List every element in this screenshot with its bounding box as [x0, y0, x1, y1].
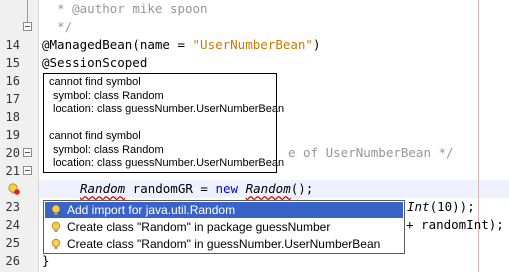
code-line: }	[42, 252, 50, 270]
ctor-end: ();	[290, 181, 314, 196]
error-tooltip: cannot find symbol symbol: class Random …	[43, 73, 285, 173]
code-line: Int(10));	[407, 198, 475, 216]
error-title: cannot find symbol	[49, 130, 141, 142]
hint-add-import[interactable]: Add import for java.util.Random	[45, 202, 403, 218]
code-line: e of UserNumberBean */	[288, 144, 454, 162]
error-ctor-random: Random	[245, 181, 291, 196]
line-number: 21	[5, 164, 20, 178]
fold-guide-line	[27, 0, 28, 22]
code-line-error: Random randomGR = new Random();	[80, 180, 313, 198]
method-tail: Int	[407, 199, 430, 214]
line-number: 16	[5, 74, 20, 88]
code-line: */	[42, 18, 72, 36]
error-symbol: symbol: class Random	[53, 143, 164, 156]
annotation: @ManagedBean	[42, 37, 133, 52]
fold-collapse-icon[interactable]	[23, 22, 32, 31]
line-number: 15	[5, 56, 20, 70]
line-number: 14	[5, 38, 20, 52]
fold-collapse-icon[interactable]	[23, 166, 32, 175]
method-args: (10));	[429, 199, 475, 214]
hint-create-class-package[interactable]: Create class "Random" in package guessNu…	[45, 219, 403, 235]
paren: )	[312, 37, 321, 52]
expr-tail: + randomInt);	[406, 217, 504, 232]
hint-label: Create class "Random" in guessNumber.Use…	[67, 237, 381, 251]
hint-label: Create class "Random" in package guessNu…	[67, 220, 331, 234]
code-line: * @author mike spoon	[42, 0, 208, 18]
lightbulb-icon	[51, 221, 61, 232]
lightbulb-icon	[51, 238, 61, 249]
error-title: cannot find symbol	[49, 76, 141, 88]
annotation-args: (name =	[132, 37, 193, 52]
line-number: 20	[5, 146, 20, 160]
line-number: 17	[5, 92, 20, 106]
code-line: + randomInt);	[406, 216, 504, 234]
annotation: @SessionScoped	[42, 55, 148, 70]
lightbulb-icon	[51, 204, 61, 215]
comment-tail: e of UserNumberBean */	[288, 145, 454, 160]
hint-create-class-inner[interactable]: Create class "Random" in guessNumber.Use…	[45, 236, 403, 252]
hint-popup: Add import for java.util.Random Create c…	[43, 200, 405, 254]
fold-collapse-icon[interactable]	[23, 148, 32, 157]
string-literal: "UserNumberBean"	[192, 37, 313, 52]
error-hint-icon[interactable]	[8, 183, 20, 195]
comment-end: */	[57, 19, 73, 34]
keyword-new: new	[215, 181, 239, 196]
line-number: 18	[5, 110, 20, 124]
code-line: @ManagedBean(name = "UserNumberBean")	[42, 36, 320, 54]
line-number: 23	[5, 200, 20, 214]
closing-brace: }	[42, 253, 50, 268]
hint-label: Add import for java.util.Random	[67, 203, 236, 217]
line-number: 19	[5, 128, 20, 142]
error-symbol: symbol: class Random	[53, 89, 164, 102]
var-decl: randomGR =	[125, 181, 216, 196]
line-number: 24	[5, 218, 20, 232]
error-location: location: class guessNumber.UserNumberBe…	[53, 103, 285, 115]
javadoc-author: * @author mike spoon	[57, 1, 208, 16]
line-number: 25	[5, 236, 20, 250]
error-type-random: Random	[80, 181, 126, 196]
code-line: @SessionScoped	[42, 54, 147, 72]
line-number: 26	[5, 254, 20, 268]
error-location: location: class guessNumber.UserNumberBe…	[53, 157, 285, 169]
